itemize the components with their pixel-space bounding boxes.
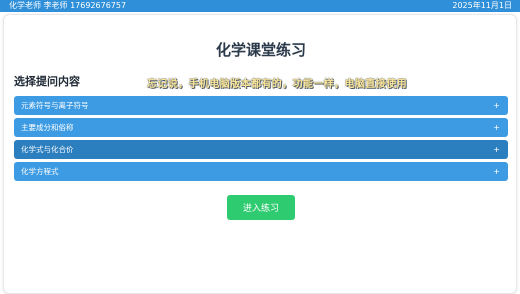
main-card: 化学课堂练习 选择提问内容 忘记说，手机电脑版本都有的，功能一样，电脑直接使用 … [3,14,517,294]
enter-practice-button[interactable]: 进入练习 [227,195,295,220]
topic-formula-valence[interactable]: 化学式与化合价 + [14,140,508,159]
top-bar: 化学老师 李老师 17692676757 2025年11月1日 [0,0,520,12]
topic-label: 化学方程式 [21,167,59,176]
notice-text: 忘记说，手机电脑版本都有的，功能一样，电脑直接使用 [147,79,407,90]
topic-label: 化学式与化合价 [21,145,74,154]
topic-components-names[interactable]: 主要成分和俗称 + [14,118,508,137]
date-label: 2025年11月1日 [452,1,512,10]
section-title: 选择提问内容 [14,75,80,88]
topic-accordion: 元素符号与离子符号 + 主要成分和俗称 + 化学式与化合价 + 化学方程式 + [14,96,508,184]
plus-icon[interactable]: + [493,96,500,115]
plus-icon[interactable]: + [493,118,500,137]
page-title: 化学课堂练习 [215,41,306,59]
plus-icon[interactable]: + [493,162,500,181]
topic-equations[interactable]: 化学方程式 + [14,162,508,181]
teacher-info: 化学老师 李老师 17692676757 [9,1,127,10]
plus-icon[interactable]: + [493,140,500,159]
topic-label: 主要成分和俗称 [21,123,74,132]
topic-element-symbols[interactable]: 元素符号与离子符号 + [14,96,508,115]
topic-label: 元素符号与离子符号 [21,101,89,110]
